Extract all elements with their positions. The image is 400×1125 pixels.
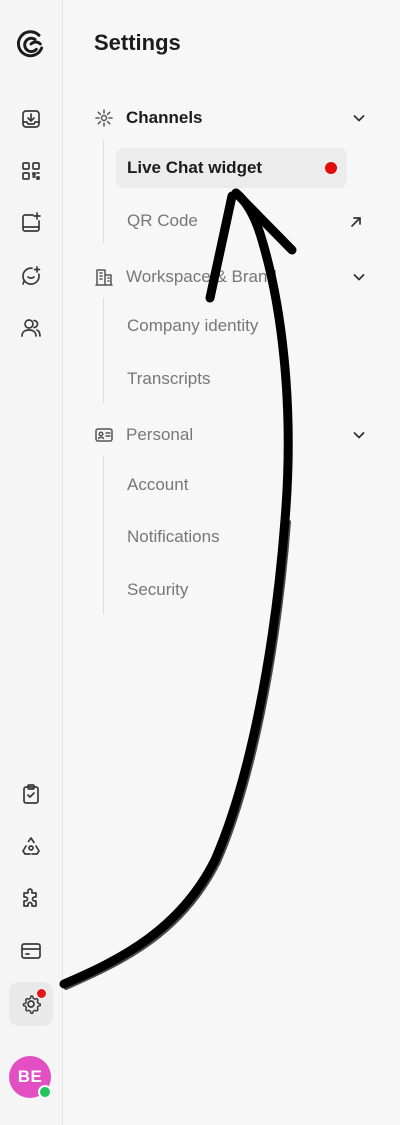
recycle-icon[interactable] [9,825,53,869]
nav-item-label: Live Chat widget [127,158,263,177]
building-icon [94,267,114,287]
inbox-icon[interactable] [9,97,53,141]
section-channels[interactable]: Channels [94,105,374,131]
section-divider-line [103,298,104,403]
chevron-down-icon[interactable] [352,428,366,442]
new-note-icon[interactable] [9,201,53,245]
section-channels-label: Channels [126,108,203,127]
id-card-icon [94,425,114,445]
nav-item-label: Notifications [127,527,220,546]
chat-sparkle-icon[interactable] [9,254,53,298]
clipboard-check-icon[interactable] [9,772,53,816]
nav-item-transcripts[interactable]: Transcripts [116,359,347,399]
chevron-down-icon[interactable] [352,111,366,125]
nav-item-security[interactable]: Security [116,570,347,610]
nav-item-account[interactable]: Account [116,465,347,505]
gear-icon[interactable] [9,982,53,1026]
avatar[interactable]: BE [9,1056,52,1099]
nav-item-notifications[interactable]: Notifications [116,517,347,557]
section-personal[interactable]: Personal [94,422,374,448]
notification-dot [36,988,47,999]
credit-card-icon[interactable] [9,929,53,973]
section-workspace-brand[interactable]: Workspace & Brand [94,264,374,290]
puzzle-icon[interactable] [9,877,53,921]
avatar-initials: BE [17,1067,43,1086]
nav-item-company-identity[interactable]: Company identity [116,306,347,346]
nav-item-label: Account [127,475,189,494]
nav-rail: BE [0,0,63,1125]
external-link-icon [349,214,363,228]
nav-item-label: Transcripts [127,369,211,388]
nav-item-label: Security [127,580,189,599]
nav-item-live-chat-widget[interactable]: Live Chat widget [116,148,347,188]
section-personal-label: Personal [126,425,194,444]
online-status-indicator [38,1085,52,1099]
section-divider-line [103,140,104,243]
logo-icon[interactable] [9,22,53,66]
nav-item-label: Company identity [127,316,259,335]
nav-item-qr-code[interactable]: QR Code [116,201,361,241]
channels-icon [94,108,114,128]
nav-item-label: QR Code [127,211,198,230]
users-icon[interactable] [9,306,53,350]
page-title: Settings [94,30,181,55]
widgets-icon[interactable] [9,149,53,193]
section-divider-line [103,456,104,614]
alert-dot [325,162,337,174]
section-workspace-brand-label: Workspace & Brand [126,267,277,286]
chevron-down-icon[interactable] [352,270,366,284]
